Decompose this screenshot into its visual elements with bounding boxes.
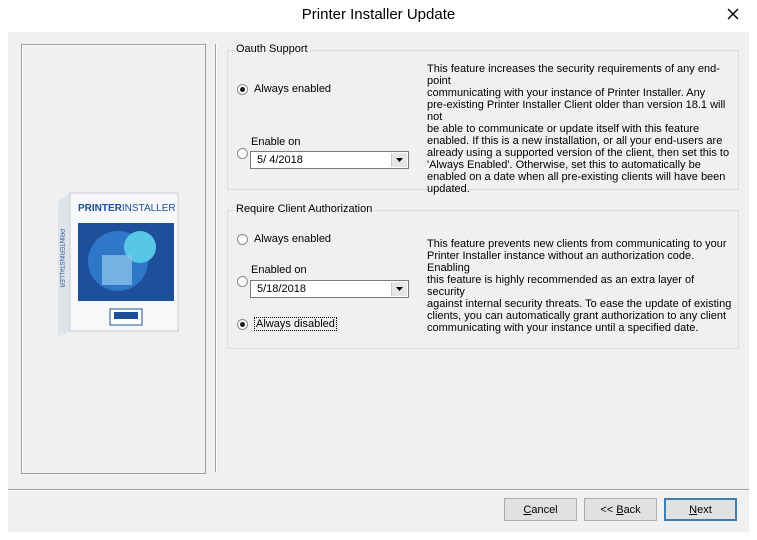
desc-line: communicating with your instance until a… — [427, 322, 699, 334]
close-icon — [727, 8, 739, 20]
back-button[interactable]: << Back — [584, 498, 657, 521]
desc-line: updated. — [427, 183, 470, 195]
side-image-panel: PRINTERINSTALLER PRINTERINSTALLER — [21, 44, 206, 474]
logo-bold: PRINTER — [78, 203, 122, 214]
radio-indicator[interactable] — [237, 233, 248, 245]
desc-line: communicating with your instance of Prin… — [427, 87, 706, 99]
desc-line: pre-existing Printer Installer Client ol… — [427, 99, 726, 123]
cancel-button[interactable]: Cancel — [504, 498, 577, 521]
desc-line: enabled. If this is a new installation, … — [427, 135, 723, 147]
access-key: N — [689, 503, 698, 516]
vertical-divider — [215, 44, 216, 472]
client-auth-date-value: 5/18/2018 — [257, 283, 306, 295]
dropdown-button[interactable] — [391, 282, 407, 296]
desc-line: against internal security threats. To ea… — [427, 298, 732, 310]
radio-indicator[interactable] — [237, 148, 248, 159]
desc-line: This feature increases the security requ… — [427, 63, 720, 87]
button-label: ext — [697, 503, 712, 516]
logo-light: INSTALLER — [121, 203, 176, 214]
oauth-always-enabled-radio[interactable]: Always enabled — [237, 83, 331, 95]
box-side-text: PRINTERINSTALLER — [58, 229, 64, 288]
desc-line: clients, you can automatically grant aut… — [427, 310, 726, 322]
desc-line: already using a supported version of the… — [427, 147, 730, 159]
oauth-legend: Oauth Support — [234, 43, 310, 55]
client-auth-legend: Require Client Authorization — [234, 203, 375, 215]
close-button[interactable] — [721, 4, 745, 24]
client-auth-always-disabled-radio[interactable]: Always disabled — [237, 317, 337, 331]
button-label: ack — [623, 503, 641, 516]
radio-indicator[interactable] — [237, 276, 248, 287]
desc-line: Printer Installer instance without an au… — [427, 250, 695, 274]
client-auth-date-picker[interactable]: 5/18/2018 — [250, 280, 409, 298]
radio-label: Always enabled — [254, 83, 332, 95]
chevron-down-icon — [396, 287, 403, 291]
radio-label: Always enabled — [254, 233, 332, 245]
horizontal-divider — [8, 489, 749, 490]
desc-line: This feature prevents new clients from c… — [427, 238, 727, 250]
oauth-date-value: 5/ 4/2018 — [257, 154, 303, 166]
access-key: B — [616, 503, 624, 516]
desc-line: be able to communicate or update itself … — [427, 123, 700, 135]
dropdown-button[interactable] — [391, 153, 407, 167]
window-title: Printer Installer Update — [301, 6, 456, 23]
oauth-description: This feature increases the security requ… — [427, 63, 732, 195]
product-logo-text: PRINTERINSTALLER — [78, 203, 176, 214]
button-label: ancel — [531, 503, 558, 516]
access-key: C — [523, 503, 532, 516]
desc-line: 'Always Enabled'. Otherwise, set this to… — [427, 159, 701, 171]
dialog-body: PRINTERINSTALLER PRINTERINSTALLER Oauth … — [8, 32, 749, 532]
radio-label: Always disabled — [254, 317, 337, 331]
client-auth-enabled-on-label: Enabled on — [251, 264, 307, 276]
oauth-date-picker[interactable]: 5/ 4/2018 — [250, 151, 409, 169]
button-label-pre: << — [600, 503, 617, 516]
radio-indicator[interactable] — [237, 318, 248, 330]
next-button[interactable]: Next — [664, 498, 737, 521]
client-auth-group: Require Client Authorization Always enab… — [227, 203, 739, 349]
oauth-group: Oauth Support Always enabled Enable on 5… — [227, 43, 739, 195]
oauth-enable-on-label: Enable on — [251, 136, 301, 148]
desc-line: enabled on a date when all pre-existing … — [427, 171, 726, 183]
desc-line: this feature is highly recommended as an… — [427, 274, 695, 298]
title-bar: Printer Installer Update — [0, 0, 757, 32]
radio-indicator[interactable] — [237, 83, 248, 95]
client-auth-always-enabled-radio[interactable]: Always enabled — [237, 233, 331, 245]
client-auth-description: This feature prevents new clients from c… — [427, 238, 732, 334]
chevron-down-icon — [396, 158, 403, 162]
